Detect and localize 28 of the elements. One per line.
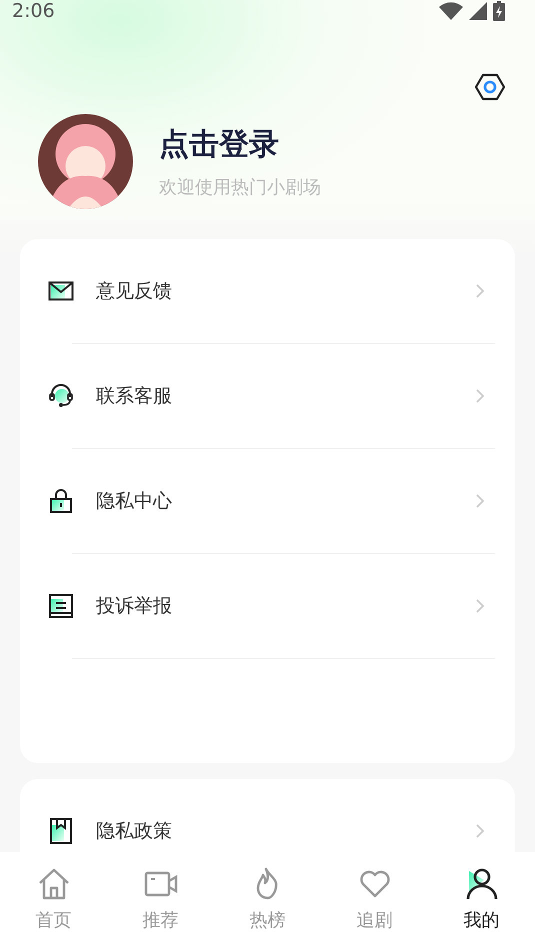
bookmark-document-icon (48, 818, 74, 844)
menu-item[interactable]: 意见反馈 (20, 239, 515, 343)
menu-label: 意见反馈 (96, 279, 173, 304)
person-icon (464, 866, 500, 902)
chevron-icon (475, 493, 485, 509)
menu-label: 隐私中心 (96, 489, 173, 514)
headset-icon (48, 383, 74, 409)
document-icon (48, 593, 74, 619)
menu-label: 联系客服 (96, 384, 173, 409)
tab[interactable]: 我的 (428, 852, 535, 951)
chevron-icon (475, 598, 485, 614)
settings-icon[interactable] (475, 72, 505, 102)
welcome-text: 欢迎使用热门小剧场 (159, 176, 321, 199)
menu-item[interactable]: 联系客服 (20, 344, 515, 448)
menu-label: 投诉举报 (96, 594, 173, 619)
status-time: 2:06 (12, 0, 55, 22)
login-prompt[interactable]: 点击登录 (159, 124, 321, 165)
menu-item[interactable]: 隐私中心 (20, 449, 515, 553)
menu-label: 隐私政策 (96, 819, 173, 844)
menu-item[interactable]: 隐私政策 (20, 779, 515, 852)
padlock-icon (48, 488, 74, 514)
wifi-icon (439, 2, 463, 20)
chevron-icon (475, 283, 485, 299)
battery-icon (493, 1, 505, 21)
signal-icon (469, 2, 487, 20)
menu-item[interactable]: 投诉举报 (20, 554, 515, 658)
chevron-icon (475, 388, 485, 404)
chevron-icon (475, 823, 485, 839)
